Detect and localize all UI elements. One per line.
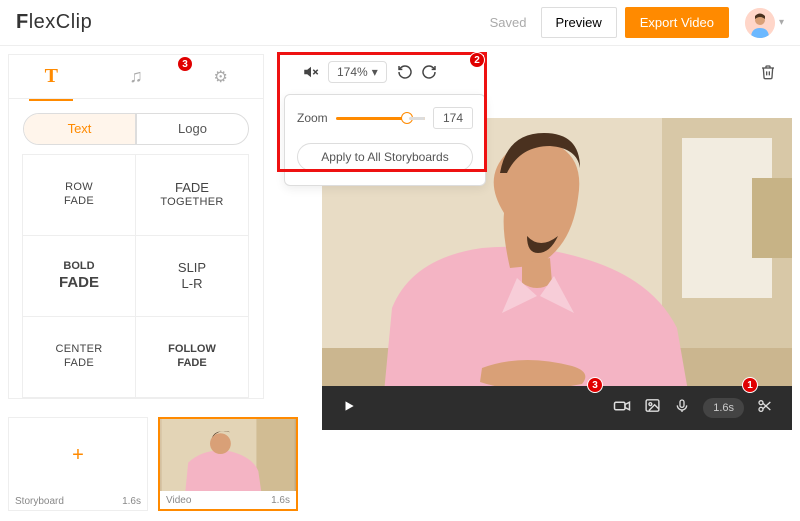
left-panel: T ♫ ⚙ Text Logo ROW FADE FADE TOGETHER B… — [8, 54, 264, 399]
zoom-input[interactable] — [433, 107, 473, 129]
avatar-caret-icon[interactable]: ▾ — [779, 17, 784, 28]
apply-all-button[interactable]: Apply to All Storyboards — [297, 143, 473, 171]
effect-center-fade[interactable]: CENTER FADE — [22, 316, 136, 398]
effect-slip-lr[interactable]: SLIP L-R — [135, 235, 249, 317]
preview-button[interactable]: Preview — [541, 7, 617, 38]
storyboard-add[interactable]: + Storyboard 1.6s — [8, 417, 148, 511]
mute-icon[interactable] — [302, 63, 320, 81]
chevron-down-icon: ▾ — [372, 65, 378, 79]
tab-music[interactable]: ♫ — [106, 66, 166, 87]
segment-text[interactable]: Text — [24, 114, 136, 144]
rotate-cw-icon[interactable] — [421, 64, 437, 80]
music-icon: ♫ — [129, 66, 143, 86]
delete-icon[interactable] — [760, 64, 776, 80]
trim-icon[interactable] — [750, 398, 780, 419]
tab-settings[interactable]: ⚙ — [191, 66, 251, 87]
zoom-value-label: 174% — [337, 65, 368, 79]
thumb-label: Storyboard — [15, 496, 64, 507]
duration-chip[interactable]: 1.6s — [703, 398, 744, 418]
image-icon[interactable] — [637, 397, 667, 419]
zoom-dropdown[interactable]: 174% ▾ — [328, 61, 387, 83]
preview-wrap: 174% ▾ Zoom Apply to All Storyboards — [274, 54, 792, 399]
zoom-label: Zoom — [297, 111, 328, 125]
segment-logo[interactable]: Logo — [136, 114, 248, 144]
effect-bold-fade[interactable]: BOLD FADE — [22, 235, 136, 317]
text-logo-segment: Text Logo — [23, 113, 249, 145]
callout-3a: 3 — [177, 56, 193, 72]
save-status: Saved — [490, 15, 527, 30]
callout-1: 1 — [742, 377, 758, 393]
panel-tabs: T ♫ ⚙ — [9, 55, 263, 99]
callout-3b: 3 — [587, 377, 603, 393]
text-icon: T — [45, 65, 58, 87]
effect-row-fade[interactable]: ROW FADE — [22, 154, 136, 236]
export-button[interactable]: Export Video — [625, 7, 729, 38]
play-button[interactable] — [334, 399, 364, 418]
zoom-slider[interactable] — [336, 117, 425, 120]
gear-icon: ⚙ — [213, 69, 227, 86]
rotate-ccw-icon[interactable] — [397, 64, 413, 80]
zoom-popover: Zoom Apply to All Storyboards — [284, 94, 486, 186]
app-header: FlexClip Saved Preview Export Video ▾ — [0, 0, 800, 46]
storyboard-strip: + Storyboard 1.6s 1 Video 1.6s — [8, 417, 792, 511]
logo: FlexClip — [16, 11, 92, 34]
storyboard-item-video[interactable]: 1 Video 1.6s — [158, 417, 298, 511]
text-effects-grid: ROW FADE FADE TOGETHER BOLD FADE SLIP L-… — [23, 155, 249, 398]
thumb-label: Video — [166, 495, 191, 506]
avatar[interactable] — [745, 8, 775, 38]
thumb-duration: 1.6s — [122, 496, 141, 507]
thumb-duration: 1.6s — [271, 495, 290, 506]
thumb-preview — [160, 419, 296, 491]
effect-fade-together[interactable]: FADE TOGETHER — [135, 154, 249, 236]
plus-icon: + — [9, 418, 147, 492]
callout-2: 2 — [469, 52, 485, 68]
zoom-slider-thumb[interactable] — [401, 112, 413, 124]
tab-text[interactable]: T — [21, 65, 81, 88]
effect-follow-fade[interactable]: FOLLOW FADE — [135, 316, 249, 398]
mic-icon[interactable] — [667, 398, 697, 419]
